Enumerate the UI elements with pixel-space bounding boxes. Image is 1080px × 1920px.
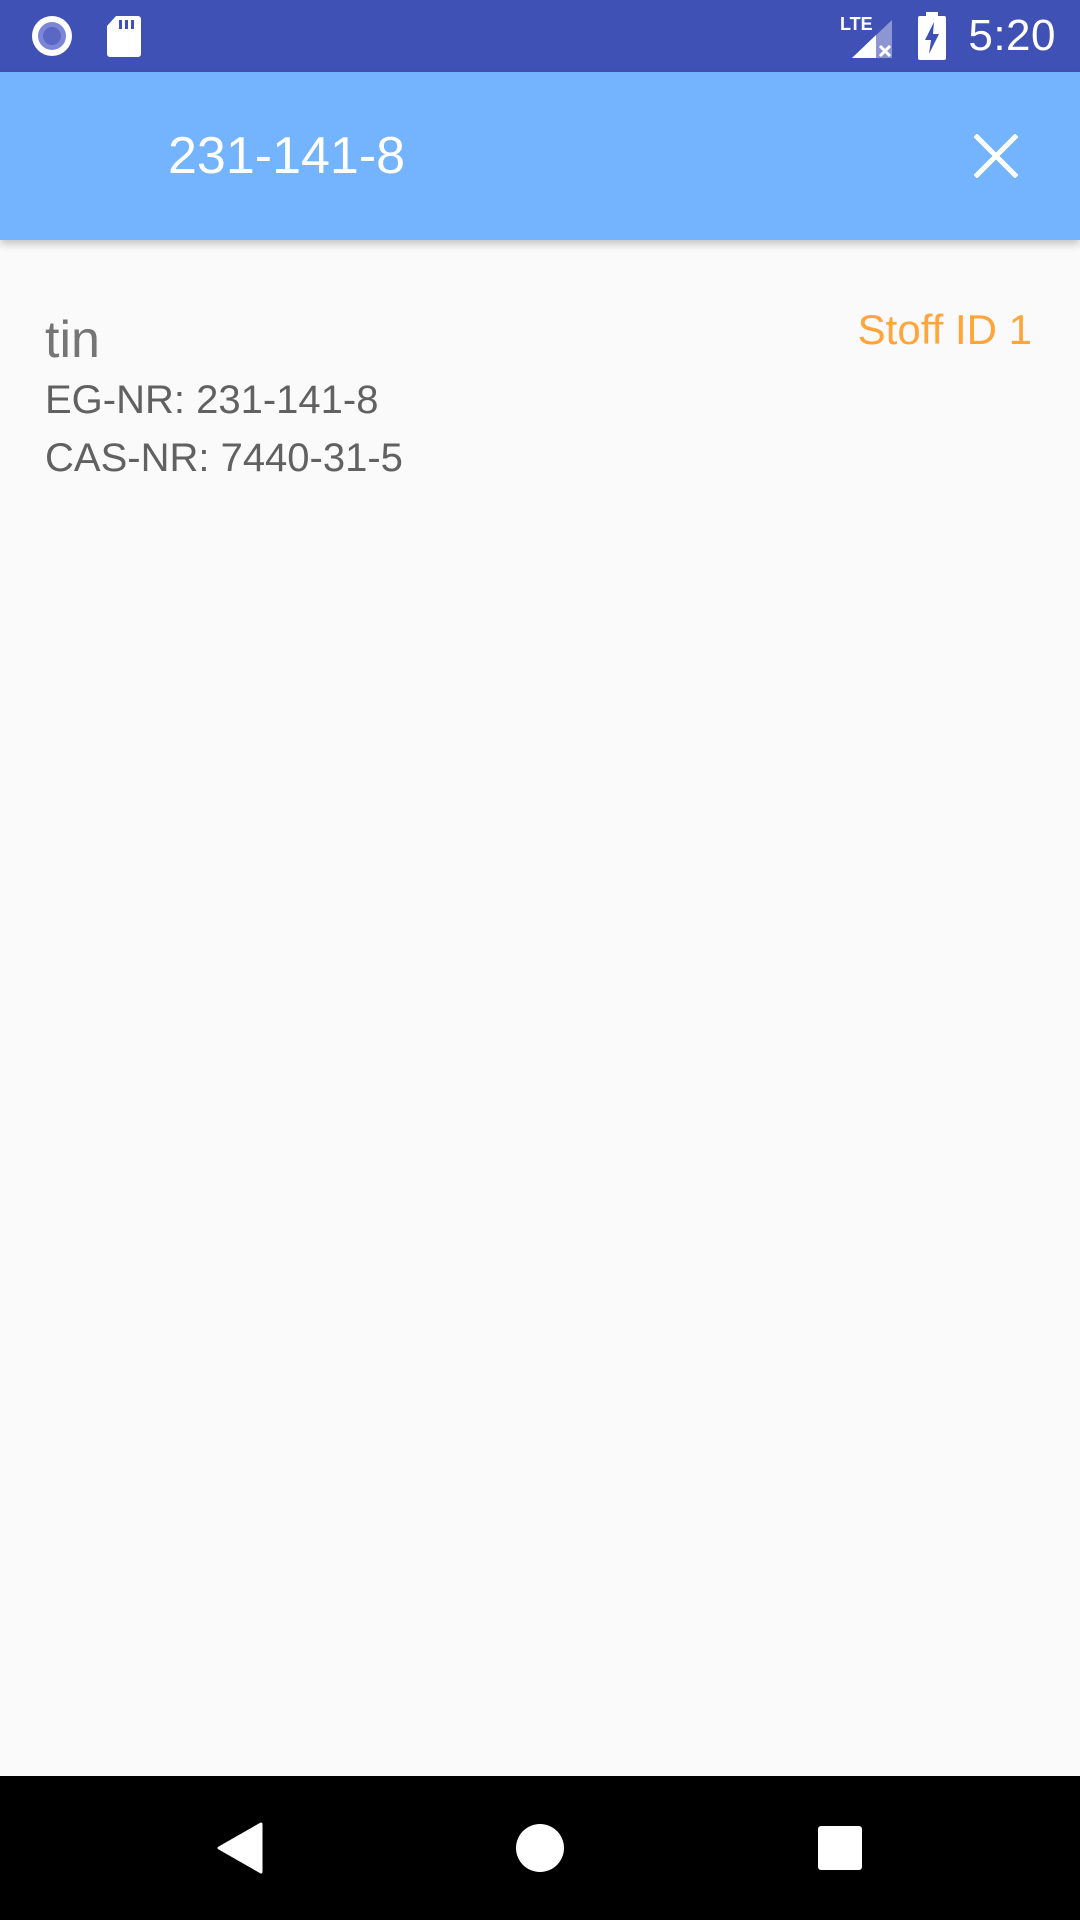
app-bar: 231-141-8: [0, 72, 1080, 240]
list-item[interactable]: tin EG-NR: 231-141-8 CAS-NR: 7440-31-5 S…: [0, 240, 1080, 490]
battery-charging-icon: [918, 12, 947, 60]
eg-number: EG-NR: 231-141-8: [45, 378, 379, 422]
status-time: 5:20: [968, 11, 1056, 60]
back-icon: [215, 1822, 265, 1874]
record-icon: [30, 14, 74, 58]
navigation-bar: [0, 1776, 1080, 1920]
stoff-id: Stoff ID 1: [857, 306, 1032, 353]
cas-number: CAS-NR: 7440-31-5: [45, 436, 403, 480]
home-icon: [515, 1823, 565, 1873]
network-label: LTE: [840, 14, 873, 34]
substance-name: tin: [45, 311, 100, 369]
recents-button[interactable]: [790, 1798, 890, 1898]
close-icon: [974, 134, 1018, 178]
home-button[interactable]: [490, 1798, 590, 1898]
sd-card-icon: [106, 14, 142, 58]
back-button[interactable]: [190, 1798, 290, 1898]
results-list: tin EG-NR: 231-141-8 CAS-NR: 7440-31-5 S…: [0, 240, 1080, 1776]
close-button[interactable]: [954, 114, 1038, 198]
search-query-title: 231-141-8: [168, 127, 406, 185]
status-bar: LTE 5:20: [0, 0, 1080, 72]
signal-lte-icon: LTE: [840, 12, 896, 60]
recents-icon: [817, 1825, 863, 1871]
